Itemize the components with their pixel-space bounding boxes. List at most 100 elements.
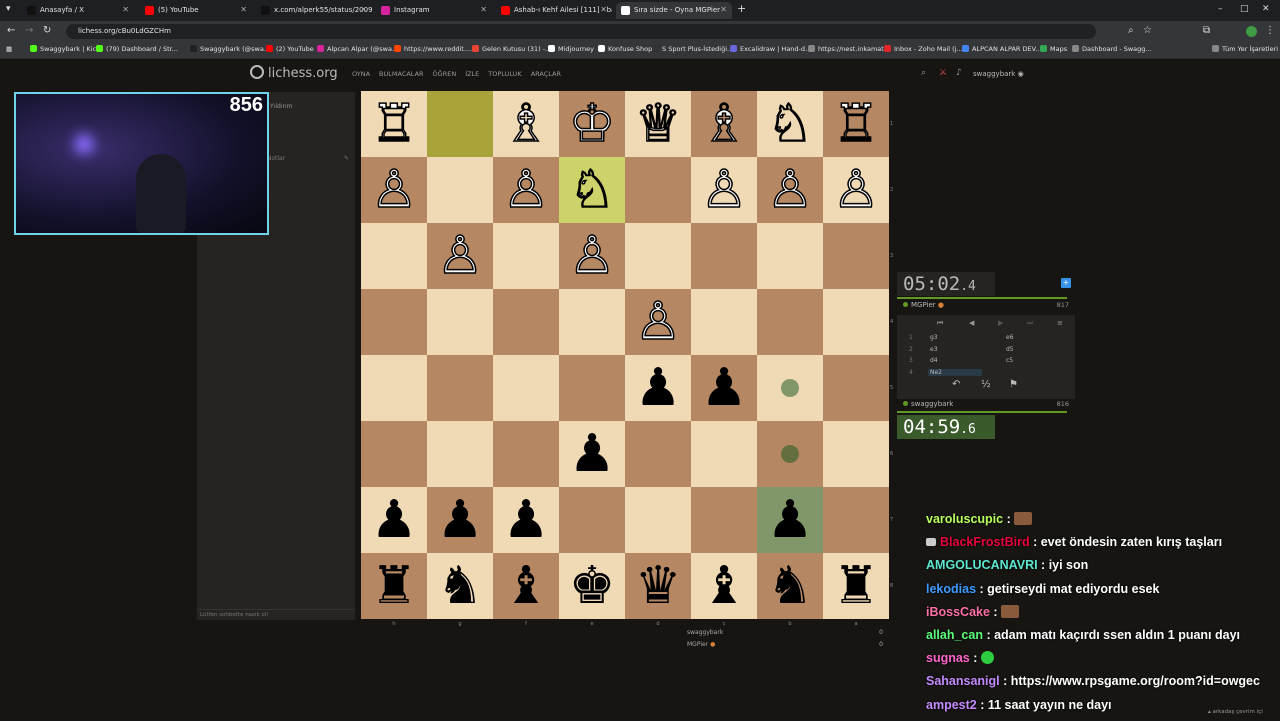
board-square[interactable] [361,289,427,355]
board-square[interactable]: ♖ [361,91,427,157]
white-move[interactable]: Ne2 [928,368,982,376]
board-square[interactable]: ♟ [625,355,691,421]
white-pawn-icon[interactable]: ♙ [370,163,418,217]
bookmark-item[interactable]: Excalidraw | Hand-d... [730,45,811,53]
bookmark-item[interactable]: Gelen Kutusu (31) -... [472,45,551,53]
board-square[interactable]: ♔ [559,91,625,157]
url-field[interactable]: lichess.org/cBu0LdGZCHm [66,24,1096,39]
opponent-row[interactable]: MGPier ● 817 [897,301,1073,313]
board-square[interactable] [691,487,757,553]
black-pawn-icon[interactable]: ♟ [701,362,748,414]
white-bishop-icon[interactable]: ♗ [700,97,748,151]
board-square[interactable]: ♞ [757,553,823,619]
black-move[interactable]: e6 [1006,334,1014,341]
first-move-icon[interactable]: ⏮ [937,319,943,328]
bookmark-item[interactable]: (79) Dashboard / Str... [96,45,178,53]
white-bishop-icon[interactable]: ♗ [502,97,550,151]
board-square[interactable]: ♙ [625,289,691,355]
board-square[interactable] [559,355,625,421]
nav-item[interactable]: BULMACALAR [379,70,424,78]
board-square[interactable]: ♖ [823,91,889,157]
board-square[interactable]: ♝ [691,553,757,619]
black-pawn-icon[interactable]: ♟ [371,494,418,546]
close-window-icon[interactable]: ✕ [1262,4,1270,14]
board-square[interactable] [691,223,757,289]
chat-input[interactable]: Lütfen sohbette nazik ol! [197,609,355,620]
board-square[interactable]: ♞ [427,553,493,619]
board-square[interactable]: ♟ [691,355,757,421]
close-tab-icon[interactable]: ✕ [720,5,727,14]
bookmark-item[interactable]: Midjourney [548,45,594,53]
white-pawn-icon[interactable]: ♙ [568,229,616,283]
minimize-icon[interactable]: – [1218,4,1223,14]
profile-avatar[interactable] [1246,26,1257,37]
takeback-icon[interactable]: ↶ [952,379,960,390]
new-tab-button[interactable]: + [737,2,746,15]
board-square[interactable] [559,289,625,355]
black-king-icon[interactable]: ♚ [569,560,616,612]
white-knight-icon[interactable]: ♘ [766,97,814,151]
black-move[interactable]: d5 [1006,346,1014,353]
white-pawn-icon[interactable]: ♙ [766,163,814,217]
bookmark-item[interactable]: Dashboard - Swagg... [1072,45,1152,53]
browser-tab[interactable]: (5) YouTube ✕ [140,2,252,19]
nav-item[interactable]: İZLE [465,70,479,78]
board-square[interactable]: ♘ [757,91,823,157]
board-square[interactable]: ♙ [361,157,427,223]
hamburger-menu-icon[interactable]: ≡ [1057,319,1063,327]
board-square[interactable] [625,223,691,289]
white-rook-icon[interactable]: ♖ [370,97,418,151]
site-logo[interactable]: lichess.org [250,65,338,81]
prev-move-icon[interactable]: ◀ [969,319,974,327]
last-move-icon[interactable]: ⏭ [1027,319,1033,328]
board-square[interactable] [757,289,823,355]
white-move[interactable]: d4 [930,357,938,364]
close-tab-icon[interactable]: ✕ [240,5,247,14]
board-square[interactable] [625,157,691,223]
black-knight-icon[interactable]: ♞ [767,560,814,612]
bookmark-item[interactable]: Alpcan Alpar (@swa... [317,45,398,53]
board-square[interactable]: ♟ [559,421,625,487]
board-square[interactable]: ♟ [361,487,427,553]
board-square[interactable]: ♟ [757,487,823,553]
bookmark-item[interactable]: Inbox - Zoho Mail (j... [884,45,963,53]
bookmark-star-icon[interactable]: ☆ [1143,25,1152,36]
resign-flag-icon[interactable]: ⚑ [1009,379,1018,390]
white-knight-icon[interactable]: ♘ [568,163,616,217]
black-bishop-icon[interactable]: ♝ [503,560,550,612]
board-square[interactable] [493,289,559,355]
bookmark-item[interactable]: https://nest.inkamat... [808,45,890,53]
bookmark-item[interactable]: S Sport Plus-İstediği... [652,45,733,53]
board-square[interactable]: ♟ [493,487,559,553]
board-square[interactable]: ♗ [493,91,559,157]
bookmark-item[interactable]: (2) YouTube [266,45,314,53]
bookmark-item[interactable]: ALPCAN ALPAR DEV... [962,45,1041,53]
white-move[interactable]: g3 [930,334,938,341]
friends-online[interactable]: ▴ arkadaş çevrim içi [1208,709,1263,715]
next-move-icon[interactable]: ▶ [998,319,1003,327]
board-square[interactable] [493,223,559,289]
bookmark-item[interactable]: Konfuse Shop [598,45,652,53]
bookmark-item[interactable]: Swaggybark (@swa... [190,45,270,53]
white-pawn-icon[interactable]: ♙ [700,163,748,217]
bookmark-item[interactable]: https://www.reddit.... [394,45,472,53]
challenge-icon[interactable]: ⚔ [939,68,947,78]
board-square[interactable] [757,223,823,289]
black-knight-icon[interactable]: ♞ [437,560,484,612]
black-queen-icon[interactable]: ♛ [635,560,682,612]
white-pawn-icon[interactable]: ♙ [634,295,682,349]
board-square[interactable] [823,487,889,553]
black-pawn-icon[interactable]: ♟ [767,494,814,546]
board-square[interactable] [427,289,493,355]
forward-icon[interactable]: → [25,25,33,36]
board-square[interactable] [559,487,625,553]
board-square[interactable] [427,421,493,487]
user-menu[interactable]: swaggybark ◉ [973,70,1024,78]
extensions-icon[interactable]: ⧉ [1203,25,1210,36]
black-move[interactable]: c5 [1006,357,1013,364]
browser-tab[interactable]: Sıra sizde - Oyna MGPier ✕ [616,2,732,19]
draw-offer-button[interactable]: ½ [981,379,991,390]
board-square[interactable]: ♙ [493,157,559,223]
board-square[interactable]: ♟ [427,487,493,553]
white-king-icon[interactable]: ♔ [568,97,616,151]
